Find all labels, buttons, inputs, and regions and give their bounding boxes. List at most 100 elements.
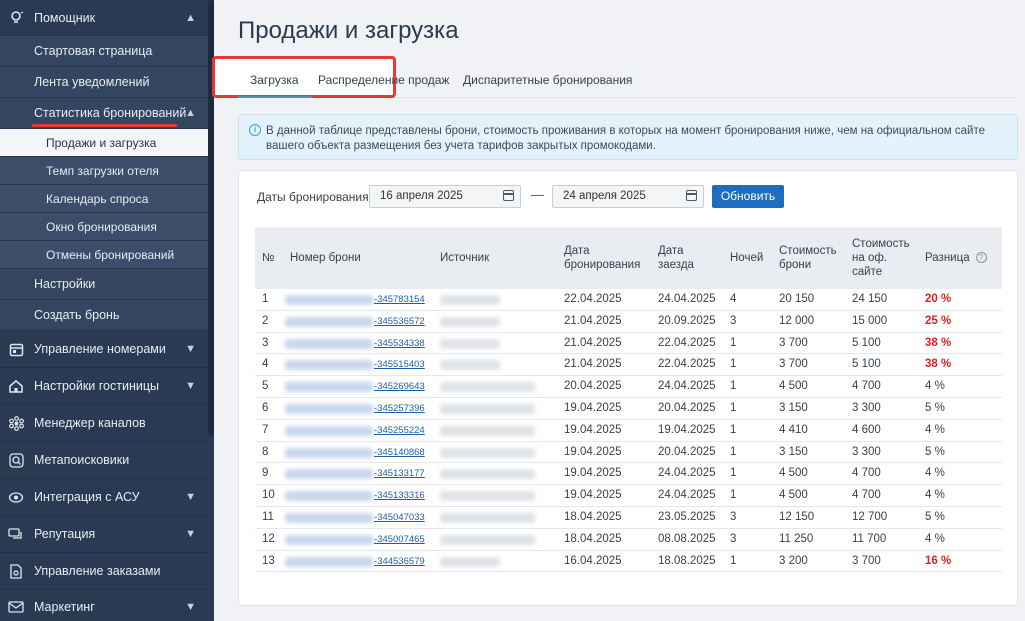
table-row: 12 18.04.2025 08.08.2025 3 11 250 11 700 -3450…: [255, 529, 1002, 551]
cell-date-arrival: 20.09.2025: [658, 314, 716, 327]
cell-diff: 25 %: [925, 314, 952, 327]
sidebar-item-asu-integration[interactable]: Интеграция с АСУ ▼: [0, 478, 208, 515]
cell-diff: 5 %: [925, 510, 945, 523]
row-number: 8: [262, 445, 269, 458]
sync-icon: [8, 489, 24, 505]
cell-diff: 38 %: [925, 336, 952, 349]
help-icon[interactable]: ?: [975, 252, 987, 264]
redacted-booking-prefix: [285, 295, 373, 305]
cell-diff: 4 %: [925, 423, 945, 436]
booking-link[interactable]: -345047033: [374, 512, 425, 523]
booking-link[interactable]: -345269643: [374, 381, 425, 392]
sidebar-item-marketing[interactable]: Маркетинг ▼: [0, 589, 208, 621]
sidebar-item-start[interactable]: Стартовая страница: [0, 35, 208, 66]
cell-cost-site: 3 300: [852, 445, 881, 458]
booking-link[interactable]: -345133177: [374, 468, 425, 479]
table-row: 11 18.04.2025 23.05.2025 3 12 150 12 700 -3450…: [255, 507, 1002, 529]
booking-link[interactable]: -345140868: [374, 447, 425, 458]
col-nights: Ночей: [730, 252, 764, 264]
col-n: №: [262, 252, 275, 264]
col-cost-site: Стоимость на оф. сайте: [852, 238, 910, 278]
sidebar-item-label: Лента уведомлений: [34, 75, 150, 89]
booking-link[interactable]: -345783154: [374, 294, 425, 305]
sidebar-item-label: Помощник: [34, 10, 96, 25]
sidebar-item-load-pace[interactable]: Темп загрузки отеля: [0, 156, 208, 184]
cell-cost-site: 4 600: [852, 423, 881, 436]
table-row: 3 21.04.2025 22.04.2025 1 3 700 5 100 -3455343…: [255, 333, 1002, 355]
chevron-down-icon: ▼: [185, 380, 196, 392]
redacted-booking-prefix: [285, 403, 373, 414]
booking-link[interactable]: -344536579: [374, 556, 425, 567]
cell-cost-site: 15 000: [852, 314, 888, 327]
sidebar-item-label: Окно бронирования: [46, 219, 157, 234]
row-number: 12: [262, 532, 275, 545]
tab-sales-distribution[interactable]: Распределение продаж: [318, 62, 449, 98]
sidebar-item-booking-window[interactable]: Окно бронирования: [0, 212, 208, 240]
sidebar-item-cancellations[interactable]: Отмены бронирований: [0, 240, 208, 268]
row-number: 5: [262, 380, 269, 393]
cell-date-arrival: 20.04.2025: [658, 401, 716, 414]
table-row: 6 19.04.2025 20.04.2025 1 3 150 3 300 -3452573…: [255, 398, 1002, 420]
sidebar-item-hotel-settings[interactable]: Настройки гостиницы ▼: [0, 367, 208, 404]
sidebar-item-orders[interactable]: Управление заказами: [0, 552, 208, 589]
sidebar-item-label: Календарь спроса: [46, 191, 149, 206]
col-source: Источник: [440, 252, 490, 264]
booking-link[interactable]: -345133316: [374, 490, 425, 501]
calendar-icon: [8, 341, 24, 357]
booking-link[interactable]: -345255224: [374, 425, 425, 436]
date-from-input[interactable]: 16 апреля 2025: [369, 185, 521, 208]
sidebar-item-assistant[interactable]: Помощник ▲: [0, 0, 208, 35]
cell-date-booking: 20.04.2025: [564, 380, 622, 393]
info-alert: i В данной таблице представлены брони, с…: [238, 114, 1018, 160]
booking-link[interactable]: -345536572: [374, 316, 425, 327]
cell-nights: 3: [730, 314, 737, 327]
highlight-underline: [32, 124, 177, 127]
calendar-icon[interactable]: [503, 190, 514, 201]
chevron-up-icon: ▲: [185, 107, 196, 119]
table-row: 1 22.04.2025 24.04.2025 4 20 150 24 150 -34578…: [255, 289, 1002, 311]
table-body: 1 22.04.2025 24.04.2025 4 20 150 24 150 -34578…: [255, 289, 1002, 573]
chevron-down-icon: ▼: [185, 491, 196, 503]
sidebar-item-sales-load[interactable]: Продажи и загрузка: [0, 128, 208, 156]
tab-disparity-bookings[interactable]: Диспаритетные бронирования: [463, 62, 632, 98]
calendar-icon[interactable]: [686, 190, 697, 201]
sidebar-item-label: Маркетинг: [34, 600, 95, 614]
cell-date-arrival: 24.04.2025: [658, 380, 716, 393]
sidebar-item-rooms[interactable]: Управление номерами ▼: [0, 330, 208, 367]
sidebar-item-metasearch[interactable]: Метапоисковики: [0, 441, 208, 478]
cell-date-arrival: 22.04.2025: [658, 336, 716, 349]
date-separator: —: [531, 187, 544, 202]
chevron-down-icon: ▼: [185, 601, 196, 613]
cell-cost: 3 150: [779, 445, 808, 458]
cell-date-booking: 22.04.2025: [564, 293, 622, 305]
refresh-button[interactable]: Обновить: [712, 185, 784, 208]
cell-cost-site: 24 150: [852, 293, 888, 305]
sidebar-item-reputation[interactable]: Репутация ▼: [0, 515, 208, 552]
cell-nights: 1: [730, 380, 737, 393]
sidebar-item-settings[interactable]: Настройки: [0, 268, 208, 299]
sidebar-item-label: Репутация: [34, 527, 96, 541]
sidebar-item-create-booking[interactable]: Создать бронь: [0, 299, 208, 330]
redacted-booking-prefix: [285, 338, 373, 349]
date-from-value: 16 апреля 2025: [380, 190, 463, 202]
sidebar-item-demand-calendar[interactable]: Календарь спроса: [0, 184, 208, 212]
booking-link[interactable]: -345007465: [374, 534, 425, 545]
booking-link[interactable]: -345257396: [374, 403, 425, 414]
page-title: Продажи и загрузка: [238, 17, 459, 44]
redacted-source: [440, 425, 535, 436]
cell-cost-site: 5 100: [852, 336, 881, 349]
row-number: 9: [262, 467, 269, 480]
booking-link[interactable]: -345534338: [374, 338, 425, 349]
sidebar-item-notifications[interactable]: Лента уведомлений: [0, 66, 208, 97]
row-number: 2: [262, 314, 269, 327]
mail-icon: [8, 599, 24, 615]
redacted-booking-prefix: [285, 360, 373, 371]
redacted-booking-prefix: [285, 491, 373, 502]
sidebar-item-channel-manager[interactable]: Менеджер каналов: [0, 404, 208, 441]
booking-link[interactable]: -345515403: [374, 359, 425, 370]
network-icon: [8, 415, 24, 431]
cell-cost: 3 150: [779, 401, 808, 414]
tab-load[interactable]: Загрузка: [250, 62, 299, 98]
cell-date-booking: 19.04.2025: [564, 445, 622, 458]
date-to-input[interactable]: 24 апреля 2025: [552, 185, 704, 208]
